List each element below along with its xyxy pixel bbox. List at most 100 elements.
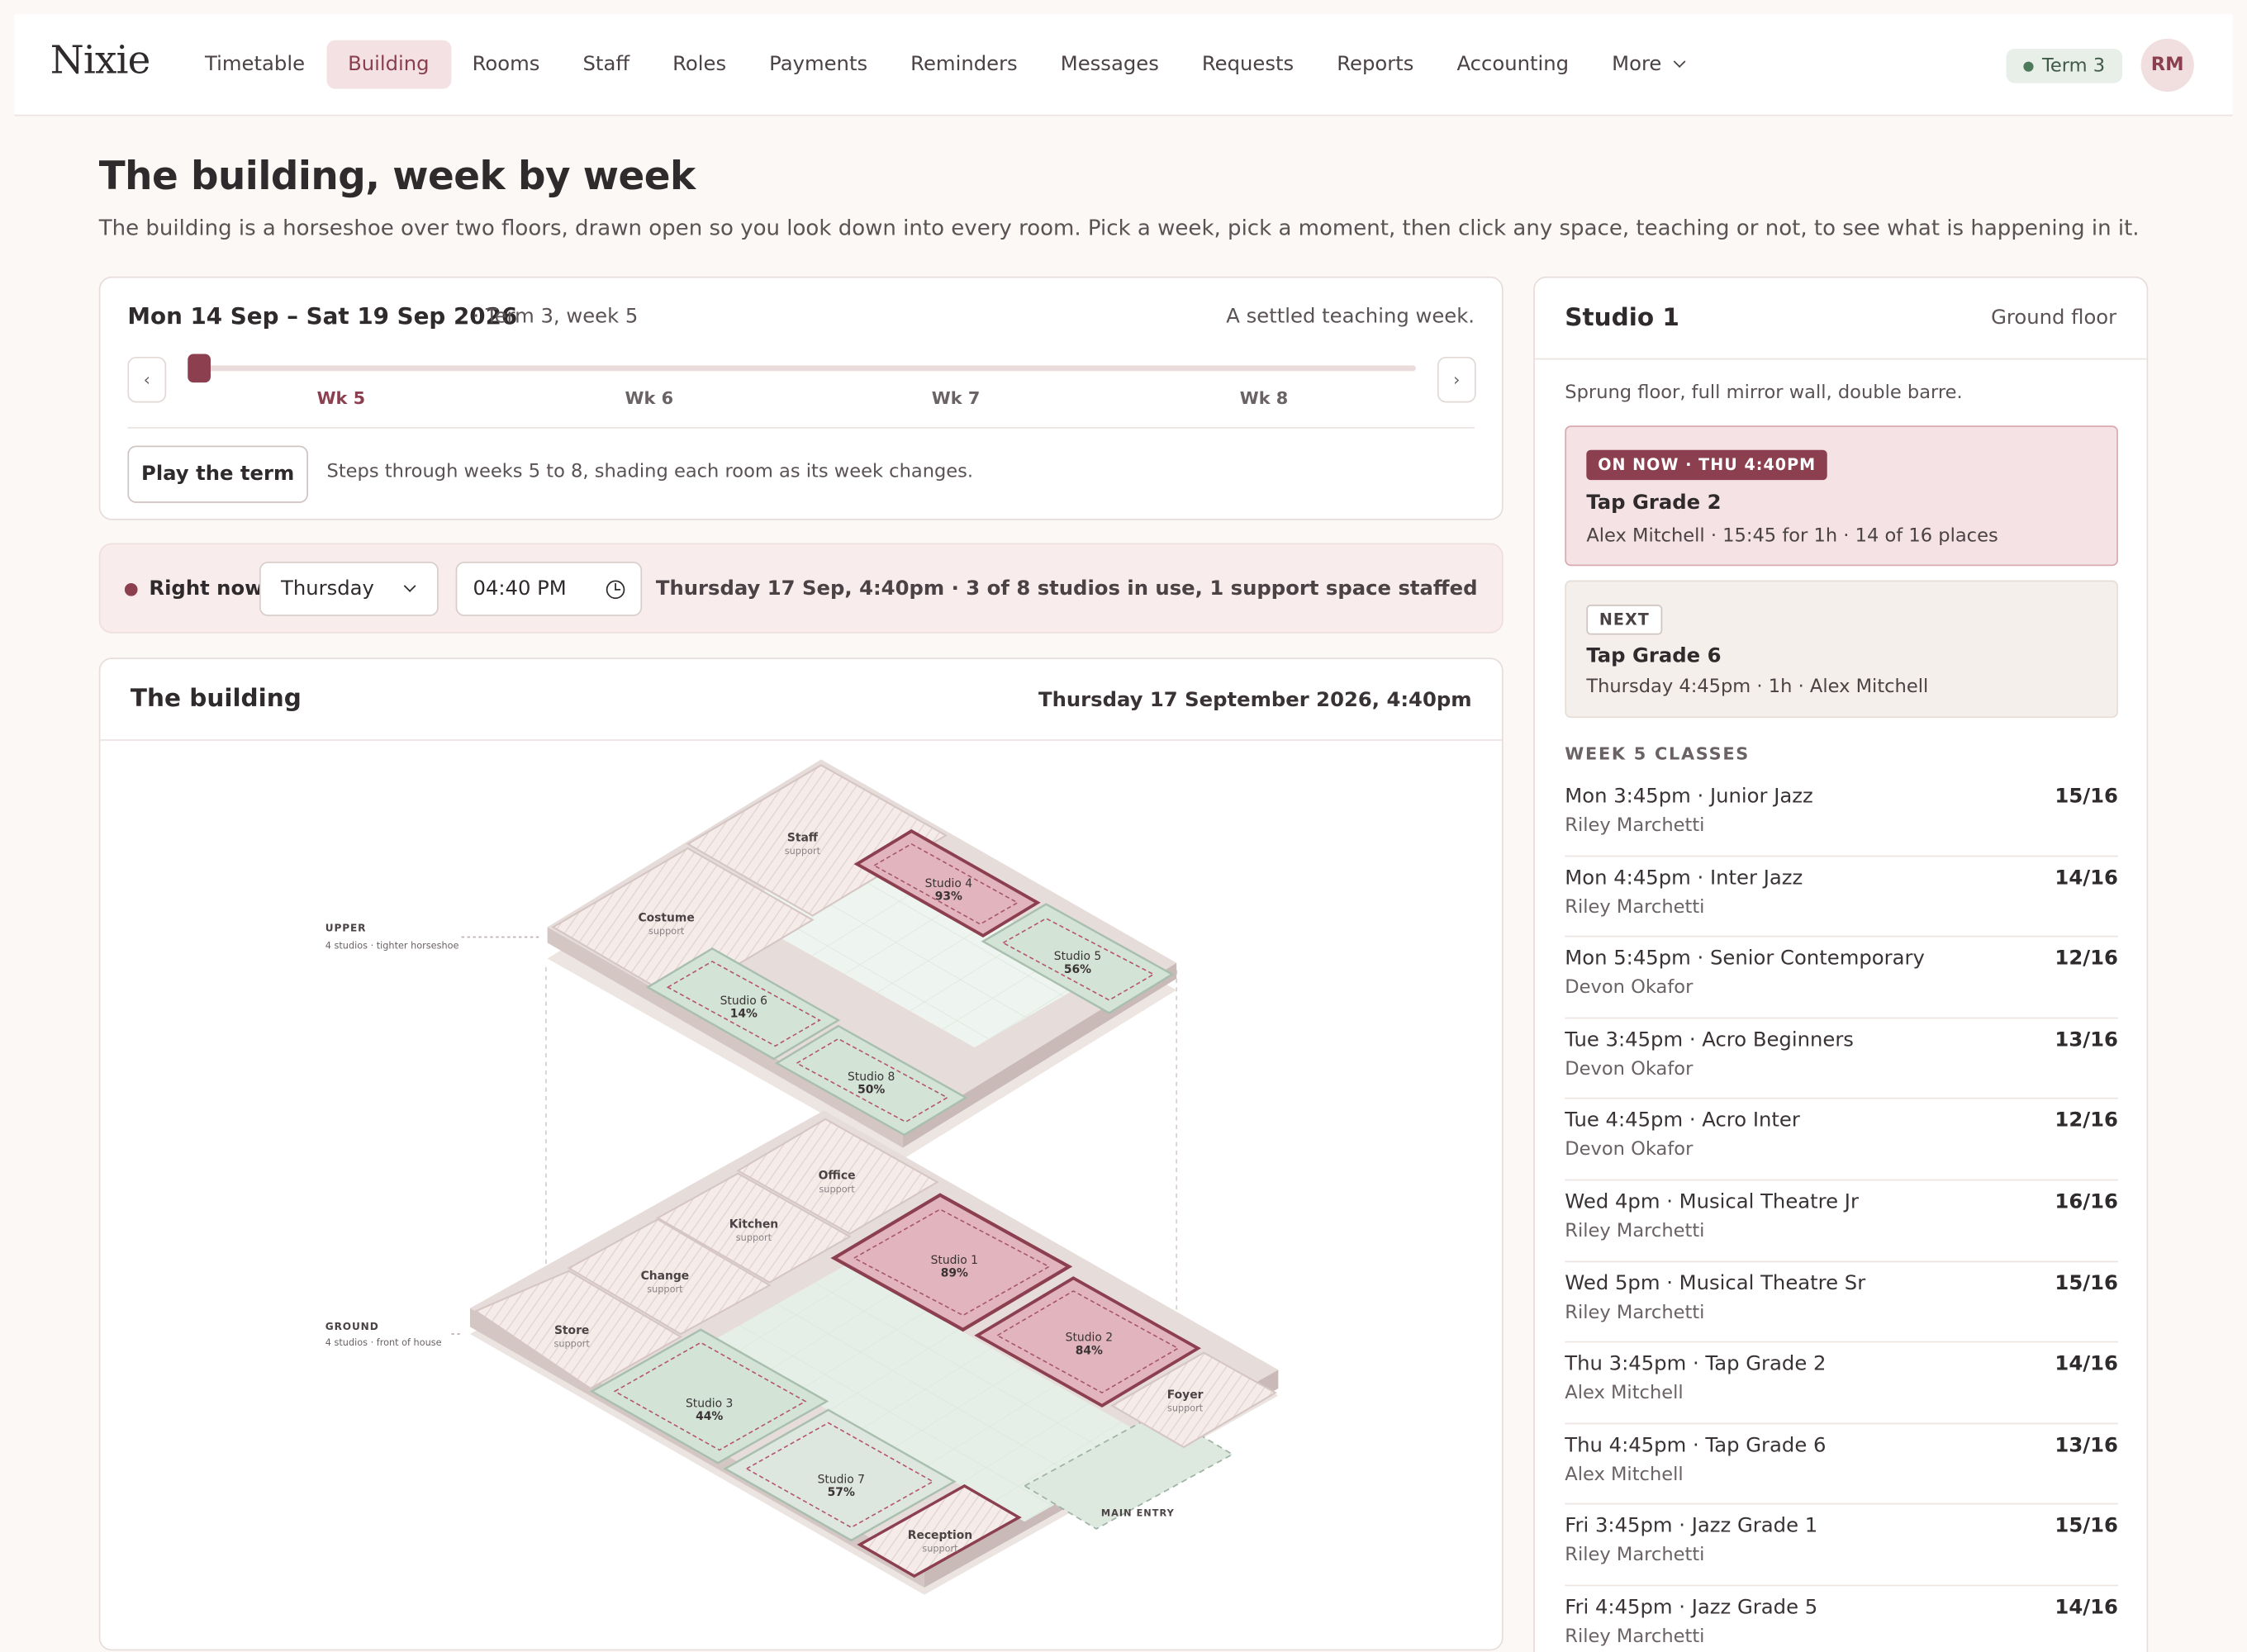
list-item[interactable]: Wed 4pm · Musical Theatre Jr Riley Marche… [1565,1180,2118,1262]
nav-item-timetable[interactable]: Timetable [183,40,326,89]
on-now-class-card[interactable]: ON NOW · THU 4:40PM Tap Grade 2 Alex Mit… [1565,425,2118,567]
play-note: Steps through weeks 5 to 8, shading each… [326,461,974,483]
room-label: Studio 6 [720,995,767,1008]
room-sub: support [1167,1403,1204,1414]
term-badge[interactable]: Term 3 [2006,48,2122,83]
nav-item-reports[interactable]: Reports [1315,40,1435,89]
class-title: Tue 4:45pm · Acro Inter [1565,1109,1800,1133]
studio-description: Sprung floor, full mirror wall, double b… [1565,382,1963,405]
time-input[interactable]: 04:40 PM [455,562,643,616]
right-now-label: Right now [149,577,264,601]
studio-floor: Ground floor [1991,306,2117,330]
list-item[interactable]: Fri 4:45pm · Jazz Grade 5 Riley Marchetti… [1565,1586,2118,1652]
nav-item-roles[interactable]: Roles [651,40,748,89]
next-class-card[interactable]: NEXT Tap Grade 6 Thursday 4:45pm · 1h · … [1565,580,2118,719]
studio-title: Studio 1 [1565,303,1679,333]
room-sub: 93% [935,890,962,903]
class-teacher: Riley Marchetti [1565,1220,1705,1242]
prev-week-button[interactable]: ‹ [127,356,167,403]
list-item[interactable]: Tue 3:45pm · Acro Beginners Devon Okafor 1… [1565,1018,2118,1100]
room-label: Change [641,1270,690,1283]
on-now-meta: Alex Mitchell · 15:45 for 1h · 14 of 16 … [1586,525,1998,548]
play-term-button[interactable]: Play the term [127,445,308,503]
week-classes-list: Mon 3:45pm · Junior Jazz Riley Marchetti 1… [1565,775,2118,1652]
room-label: Studio 1 [931,1254,978,1267]
ground-floor-sub: 4 studios · front of house [325,1337,442,1348]
upper-floor-label: UPPER [325,923,367,934]
class-count: 12/16 [2055,947,2118,971]
class-teacher: Riley Marchetti [1565,1302,1705,1324]
week-tick-wk7[interactable]: Wk 7 [913,388,999,408]
week-slider-track[interactable] [197,365,1416,372]
class-teacher: Alex Mitchell [1565,1464,1684,1486]
list-item[interactable]: Tue 4:45pm · Acro Inter Devon Okafor 12/16 [1565,1099,2118,1181]
class-title: Mon 5:45pm · Senior Contemporary [1565,947,1925,971]
class-count: 14/16 [2055,866,2118,890]
nav-item-reminders[interactable]: Reminders [889,40,1039,89]
class-title: Tue 3:45pm · Acro Beginners [1565,1028,1854,1051]
list-item[interactable]: Mon 4:45pm · Inter Jazz Riley Marchetti 14… [1565,857,2118,938]
class-title: Fri 3:45pm · Jazz Grade 1 [1565,1515,1818,1538]
class-teacher: Devon Okafor [1565,977,1694,999]
status-dot-icon [2023,60,2034,71]
class-title: Mon 3:45pm · Junior Jazz [1565,785,1813,809]
nav-item-accounting[interactable]: Accounting [1435,40,1590,89]
week-slider-handle[interactable] [188,354,211,383]
nav-item-payments[interactable]: Payments [748,40,889,89]
class-count: 15/16 [2055,1271,2118,1295]
nav-item-building[interactable]: Building [326,40,451,89]
room-label: Kitchen [729,1218,778,1232]
class-count: 13/16 [2055,1434,2118,1457]
list-item[interactable]: Mon 5:45pm · Senior Contemporary Devon Ok… [1565,938,2118,1018]
class-teacher: Riley Marchetti [1565,1545,1705,1567]
room-sub: support [554,1339,591,1350]
room-label: Reception [908,1529,972,1542]
nav-more-menu[interactable]: More [1590,40,1706,89]
list-item[interactable]: Wed 5pm · Musical Theatre Sr Riley Marche… [1565,1262,2118,1343]
nav-item-messages[interactable]: Messages [1039,40,1181,89]
upper-floor: Staff support Costume support Studio 4 9… [325,759,1177,1160]
nav-items: Timetable Building Rooms Staff Roles Pay… [183,40,1706,89]
ground-floor-label: GROUND [325,1321,379,1332]
room-sub: support [819,1184,855,1194]
nav-item-staff[interactable]: Staff [561,40,651,89]
room-label: Staff [787,831,819,844]
avatar[interactable]: RM [2140,38,2194,93]
class-count: 15/16 [2055,1515,2118,1538]
main-entry-label: MAIN ENTRY [1101,1507,1175,1518]
next-title: Tap Grade 6 [1586,644,1722,668]
page-title: The building, week by week [98,154,696,200]
class-teacher: Devon Okafor [1565,1058,1694,1080]
building-card-title: The building [130,685,302,714]
week-tick-wk5[interactable]: Wk 5 [298,388,384,408]
list-item[interactable]: Thu 3:45pm · Tap Grade 2 Alex Mitchell 14/… [1565,1343,2118,1424]
room-label: Store [554,1324,589,1337]
upper-floor-sub: 4 studios · tighter horseshoe [325,940,459,951]
list-item[interactable]: Fri 3:45pm · Jazz Grade 1 Riley Marchetti… [1565,1505,2118,1587]
nav-item-requests[interactable]: Requests [1181,40,1315,89]
brand-logo[interactable]: Nixie [50,39,151,83]
room-label: Studio 4 [925,877,973,890]
week-note: A settled teaching week. [1226,305,1475,329]
next-week-button[interactable]: › [1437,356,1476,403]
week-term: · Term 3, week 5 [473,305,639,329]
app-root: Nixie Timetable Building Rooms Staff Rol… [0,0,2247,1652]
room-label: Studio 8 [848,1070,895,1084]
building-card: The building Thursday 17 September 2026,… [98,657,1504,1651]
clock-icon[interactable] [606,579,625,599]
time-input-value: 04:40 PM [473,577,567,601]
week-classes-heading: WEEK 5 CLASSES [1565,743,1751,764]
class-title: Thu 4:45pm · Tap Grade 6 [1565,1434,1827,1457]
week-tick-wk8[interactable]: Wk 8 [1221,388,1307,408]
room-label: Studio 3 [686,1397,733,1410]
class-title: Wed 5pm · Musical Theatre Sr [1565,1271,1866,1295]
week-tick-wk6[interactable]: Wk 6 [606,388,692,408]
building-card-date: Thursday 17 September 2026, 4:40pm [1038,689,1472,713]
building-plan: Staff support Costume support Studio 4 9… [325,759,1279,1595]
list-item[interactable]: Mon 3:45pm · Junior Jazz Riley Marchetti 1… [1565,775,2118,857]
chevron-down-icon [403,580,416,592]
next-meta: Thursday 4:45pm · 1h · Alex Mitchell [1586,676,1929,698]
day-select[interactable]: Thursday [259,562,439,616]
list-item[interactable]: Thu 4:45pm · Tap Grade 6 Alex Mitchell 13/… [1565,1424,2118,1506]
nav-item-rooms[interactable]: Rooms [451,40,562,89]
